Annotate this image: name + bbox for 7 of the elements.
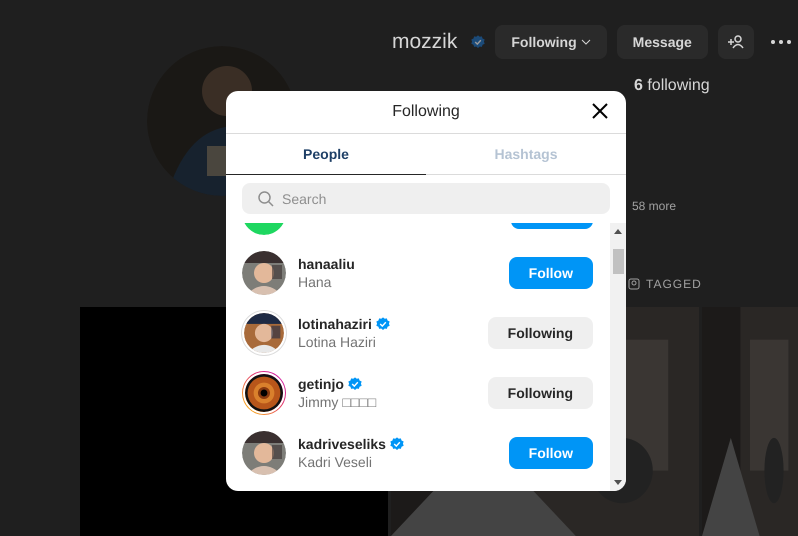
account-name: Lotina Haziri: [298, 334, 377, 350]
mutual-more-text: 58 more: [632, 199, 676, 213]
account-name: Jimmy □□□□: [298, 394, 378, 410]
account-name: Kadri Veseli: [298, 454, 373, 470]
account-name: Hana: [298, 274, 332, 290]
dialog-title: Following: [392, 103, 460, 121]
profile-username: mozzik: [392, 30, 458, 54]
